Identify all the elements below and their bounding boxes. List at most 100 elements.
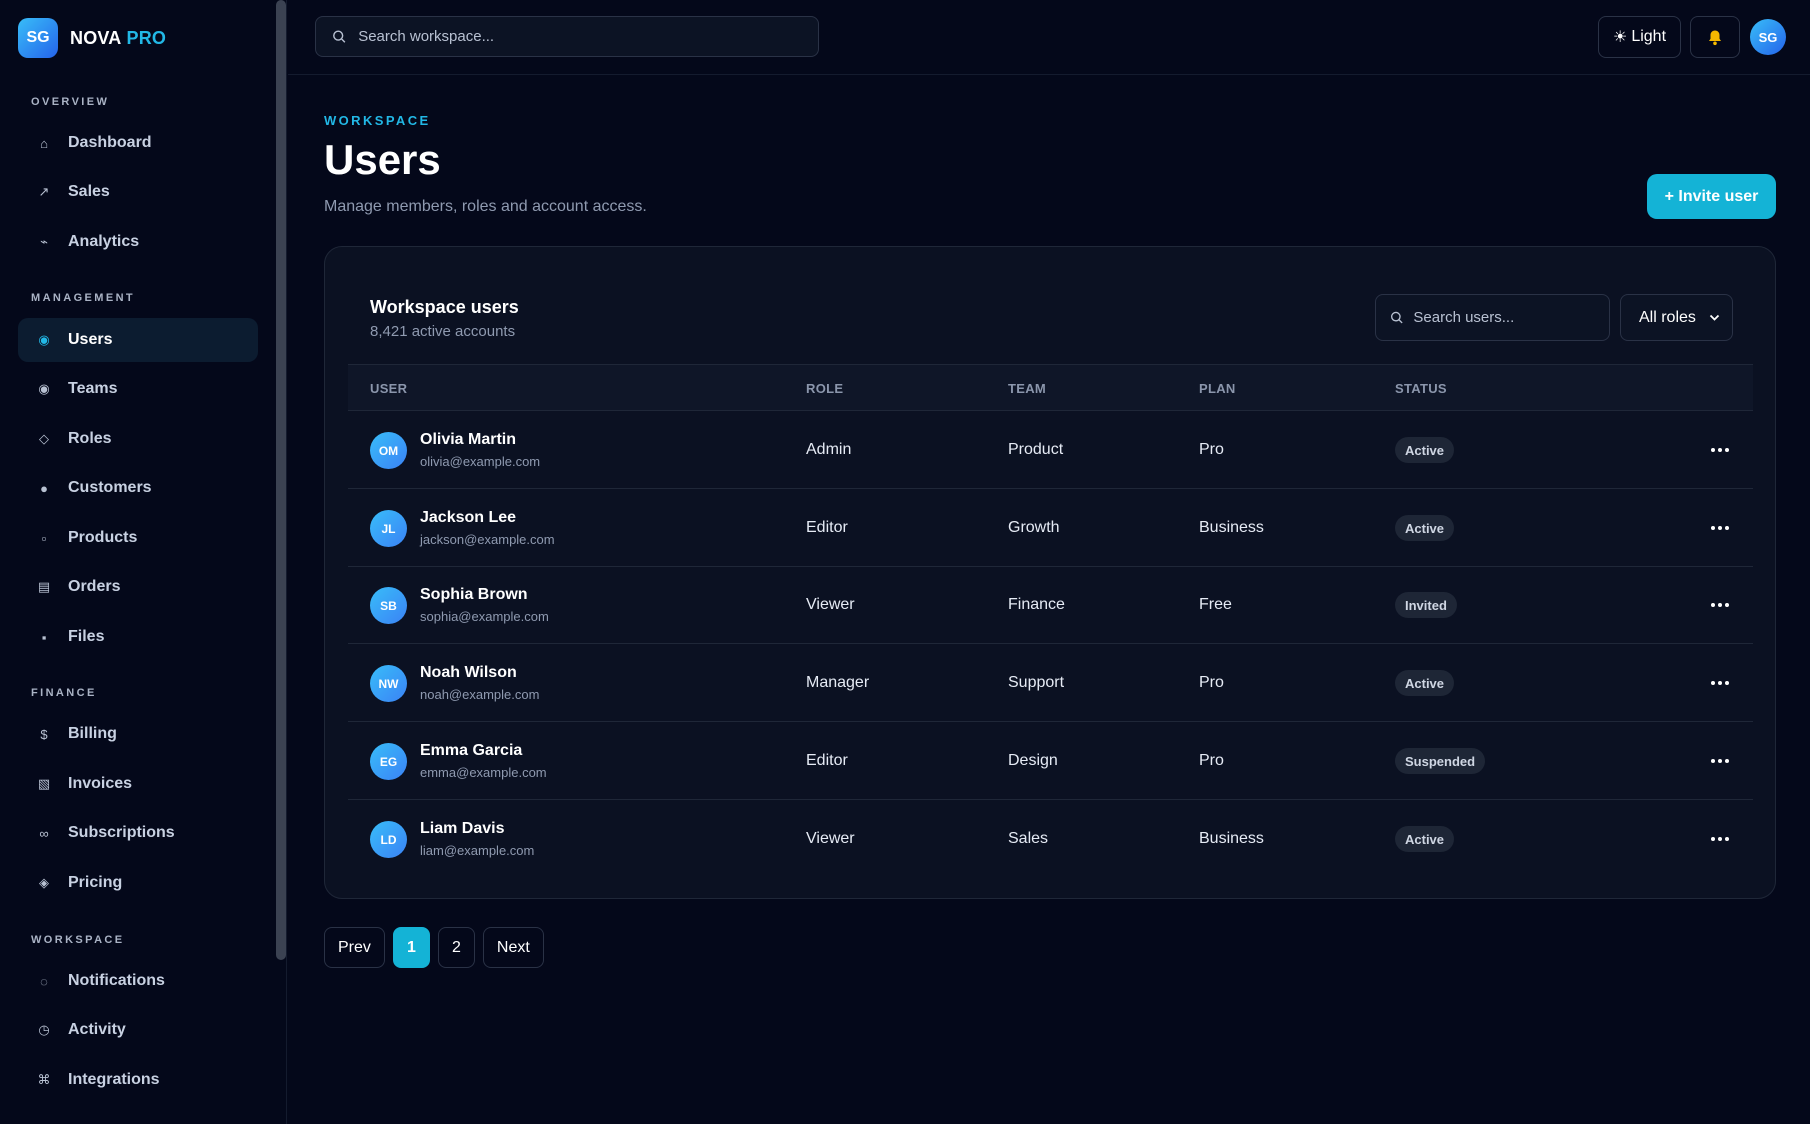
table-row[interactable]: LD Liam Davis liam@example.com Viewer Sa… <box>348 800 1753 878</box>
user-name: Sophia Brown <box>420 586 528 603</box>
sidebar-item-dashboard[interactable]: ⌂ Dashboard <box>18 121 258 165</box>
sidebar-item-files[interactable]: ▪ Files <box>18 615 258 659</box>
pagination-page-1[interactable]: 1 <box>392 927 430 968</box>
table-row[interactable]: NW Noah Wilson noah@example.com Manager … <box>348 644 1753 722</box>
command-icon: ⌘ <box>37 1072 51 1087</box>
page-eyebrow: WORKSPACE <box>324 113 431 128</box>
sidebar-item-products[interactable]: ▫ Products <box>18 516 258 560</box>
role-filter-value: All roles <box>1639 308 1696 326</box>
user-role: Viewer <box>806 596 855 613</box>
user-email: jackson@example.com <box>420 532 555 547</box>
user-plan: Business <box>1199 830 1264 847</box>
sidebar-item-label: Subscriptions <box>68 824 175 841</box>
section-title-finance: FINANCE <box>31 687 97 699</box>
theme-toggle-button[interactable]: ☀ Light <box>1598 16 1681 58</box>
sidebar-item-pricing[interactable]: ◈ Pricing <box>18 861 258 905</box>
table-row[interactable]: EG Emma Garcia emma@example.com Editor D… <box>348 722 1753 800</box>
sidebar-item-label: Pricing <box>68 874 123 891</box>
notifications-icon: ◌ <box>40 973 48 989</box>
topbar: ☀ Light SG <box>288 0 1810 75</box>
page-title: Users <box>324 136 441 183</box>
sidebar-scrollbar[interactable] <box>276 0 286 960</box>
sidebar-item-label: Customers <box>68 479 152 496</box>
brand-name: NOVA PRO <box>70 28 166 49</box>
user-email: emma@example.com <box>420 765 547 780</box>
users-card: Workspace users 8,421 active accounts Al… <box>324 246 1776 899</box>
pagination-prev-button[interactable]: Prev <box>324 927 385 968</box>
more-icon-dot <box>1718 526 1722 530</box>
row-actions-button[interactable] <box>1706 826 1734 852</box>
sidebar-item-roles[interactable]: ◇ Roles <box>18 417 258 461</box>
row-actions-button[interactable] <box>1706 437 1734 463</box>
sidebar-item-customers[interactable]: ● Customers <box>18 466 258 510</box>
sun-icon: ☀ <box>1612 29 1628 46</box>
pagination-next-button[interactable]: Next <box>482 927 544 968</box>
user-email: noah@example.com <box>420 687 540 702</box>
row-actions-button[interactable] <box>1706 515 1734 541</box>
sidebar-item-label: Sales <box>68 183 110 200</box>
notifications-button[interactable] <box>1690 16 1740 58</box>
users-search[interactable] <box>1375 294 1610 341</box>
user-plan: Pro <box>1199 441 1224 458</box>
row-actions-button[interactable] <box>1706 748 1734 774</box>
more-icon-dot <box>1711 837 1715 841</box>
sidebar-item-analytics[interactable]: ⌁ Analytics <box>18 220 258 264</box>
more-icon-dot <box>1725 837 1729 841</box>
invite-user-button[interactable]: + Invite user <box>1647 174 1776 219</box>
sidebar-item-invoices[interactable]: ▧ Invoices <box>18 762 258 806</box>
brand-accent: PRO <box>126 27 167 48</box>
sidebar-item-label: Analytics <box>68 233 140 250</box>
page-subtitle: Manage members, roles and account access… <box>324 198 647 215</box>
clock-icon: ◷ <box>38 1022 50 1037</box>
more-icon-dot <box>1711 448 1715 452</box>
column-header-plan: PLAN <box>1199 381 1236 396</box>
sidebar-item-label: Integrations <box>68 1071 160 1088</box>
trend-up-icon: ↗ <box>38 184 50 199</box>
more-icon-dot <box>1725 603 1729 607</box>
row-actions-button[interactable] <box>1706 670 1734 696</box>
analytics-icon: ⌁ <box>40 234 48 249</box>
column-header-role: ROLE <box>806 381 844 396</box>
sidebar-item-subscriptions[interactable]: ∞ Subscriptions <box>18 811 258 855</box>
sidebar-item-activity[interactable]: ◷ Activity <box>18 1008 258 1052</box>
sidebar-item-label: Orders <box>68 578 121 595</box>
sidebar-item-teams[interactable]: ◉ Teams <box>18 367 258 411</box>
user-team: Sales <box>1008 830 1049 847</box>
brand[interactable]: SG NOVA PRO <box>18 18 166 58</box>
table-row[interactable]: JL Jackson Lee jackson@example.com Edito… <box>348 489 1753 567</box>
user-role: Editor <box>806 752 848 769</box>
more-icon-dot <box>1725 526 1729 530</box>
workspace-search-input[interactable] <box>358 28 818 45</box>
infinity-icon: ∞ <box>39 825 49 841</box>
table-row[interactable]: OM Olivia Martin olivia@example.com Admi… <box>348 411 1753 489</box>
status-badge: Suspended <box>1395 748 1486 774</box>
sidebar-item-orders[interactable]: ▤ Orders <box>18 565 258 609</box>
row-actions-button[interactable] <box>1706 592 1734 618</box>
chevron-down-icon <box>1709 314 1720 321</box>
sidebar-item-notifications[interactable]: ◌ Notifications <box>18 959 258 1003</box>
sidebar-item-integrations[interactable]: ⌘ Integrations <box>18 1058 258 1102</box>
card-title: Workspace users <box>370 297 519 317</box>
users-search-input[interactable] <box>1413 309 1609 326</box>
status-badge: Active <box>1395 515 1455 541</box>
pagination-page-2[interactable]: 2 <box>437 927 475 968</box>
sidebar-item-users[interactable]: ◉ Users <box>18 318 258 362</box>
user-role: Admin <box>806 441 852 458</box>
user-avatar[interactable]: SG <box>1750 19 1786 55</box>
sidebar-item-billing[interactable]: $ Billing <box>18 712 258 756</box>
column-header-user: USER <box>370 381 408 396</box>
card-subtitle: 8,421 active accounts <box>370 323 516 340</box>
more-icon-dot <box>1718 603 1722 607</box>
sidebar-item-label: Users <box>68 331 113 348</box>
role-filter-select[interactable]: All roles <box>1620 294 1733 341</box>
user-team: Finance <box>1008 596 1065 613</box>
products-icon: ▫ <box>41 530 47 546</box>
sidebar-item-label: Files <box>68 628 105 645</box>
user-avatar: EG <box>370 743 407 780</box>
workspace-search[interactable] <box>315 16 819 57</box>
brand-logo: SG <box>18 18 58 58</box>
more-icon-dot <box>1711 681 1715 685</box>
sidebar-item-sales[interactable]: ↗ Sales <box>18 170 258 214</box>
dollar-icon: $ <box>40 726 48 742</box>
table-row[interactable]: SB Sophia Brown sophia@example.com Viewe… <box>348 566 1753 644</box>
